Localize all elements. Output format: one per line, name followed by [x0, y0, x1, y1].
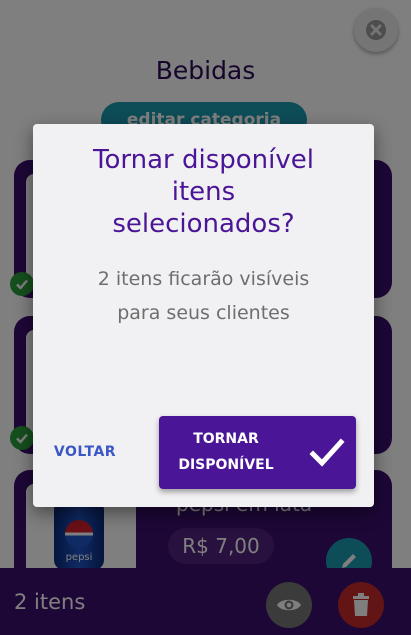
dialog-message-line: para seus clientes [117, 302, 290, 324]
make-available-label-line: DISPONÍVEL [178, 457, 274, 473]
dialog-message-line: 2 itens ficarão visíveis [97, 268, 310, 290]
make-available-label: TORNAR DISPONÍVEL [171, 426, 281, 478]
make-available-label-line: TORNAR [193, 431, 259, 447]
confirm-availability-dialog: Tornar disponível itens selecionados? 2 … [33, 124, 374, 507]
back-button[interactable]: VOLTAR [47, 434, 123, 470]
checkmark-icon [309, 438, 345, 467]
dialog-message: 2 itens ficarão visíveis para seus clien… [53, 262, 354, 330]
dialog-title-line: selecionados? [112, 209, 295, 239]
dialog-title-line: itens [171, 177, 236, 207]
make-available-button[interactable]: TORNAR DISPONÍVEL [159, 416, 356, 489]
dialog-title-line: Tornar disponível [93, 145, 314, 175]
dialog-title: Tornar disponível itens selecionados? [53, 144, 354, 240]
